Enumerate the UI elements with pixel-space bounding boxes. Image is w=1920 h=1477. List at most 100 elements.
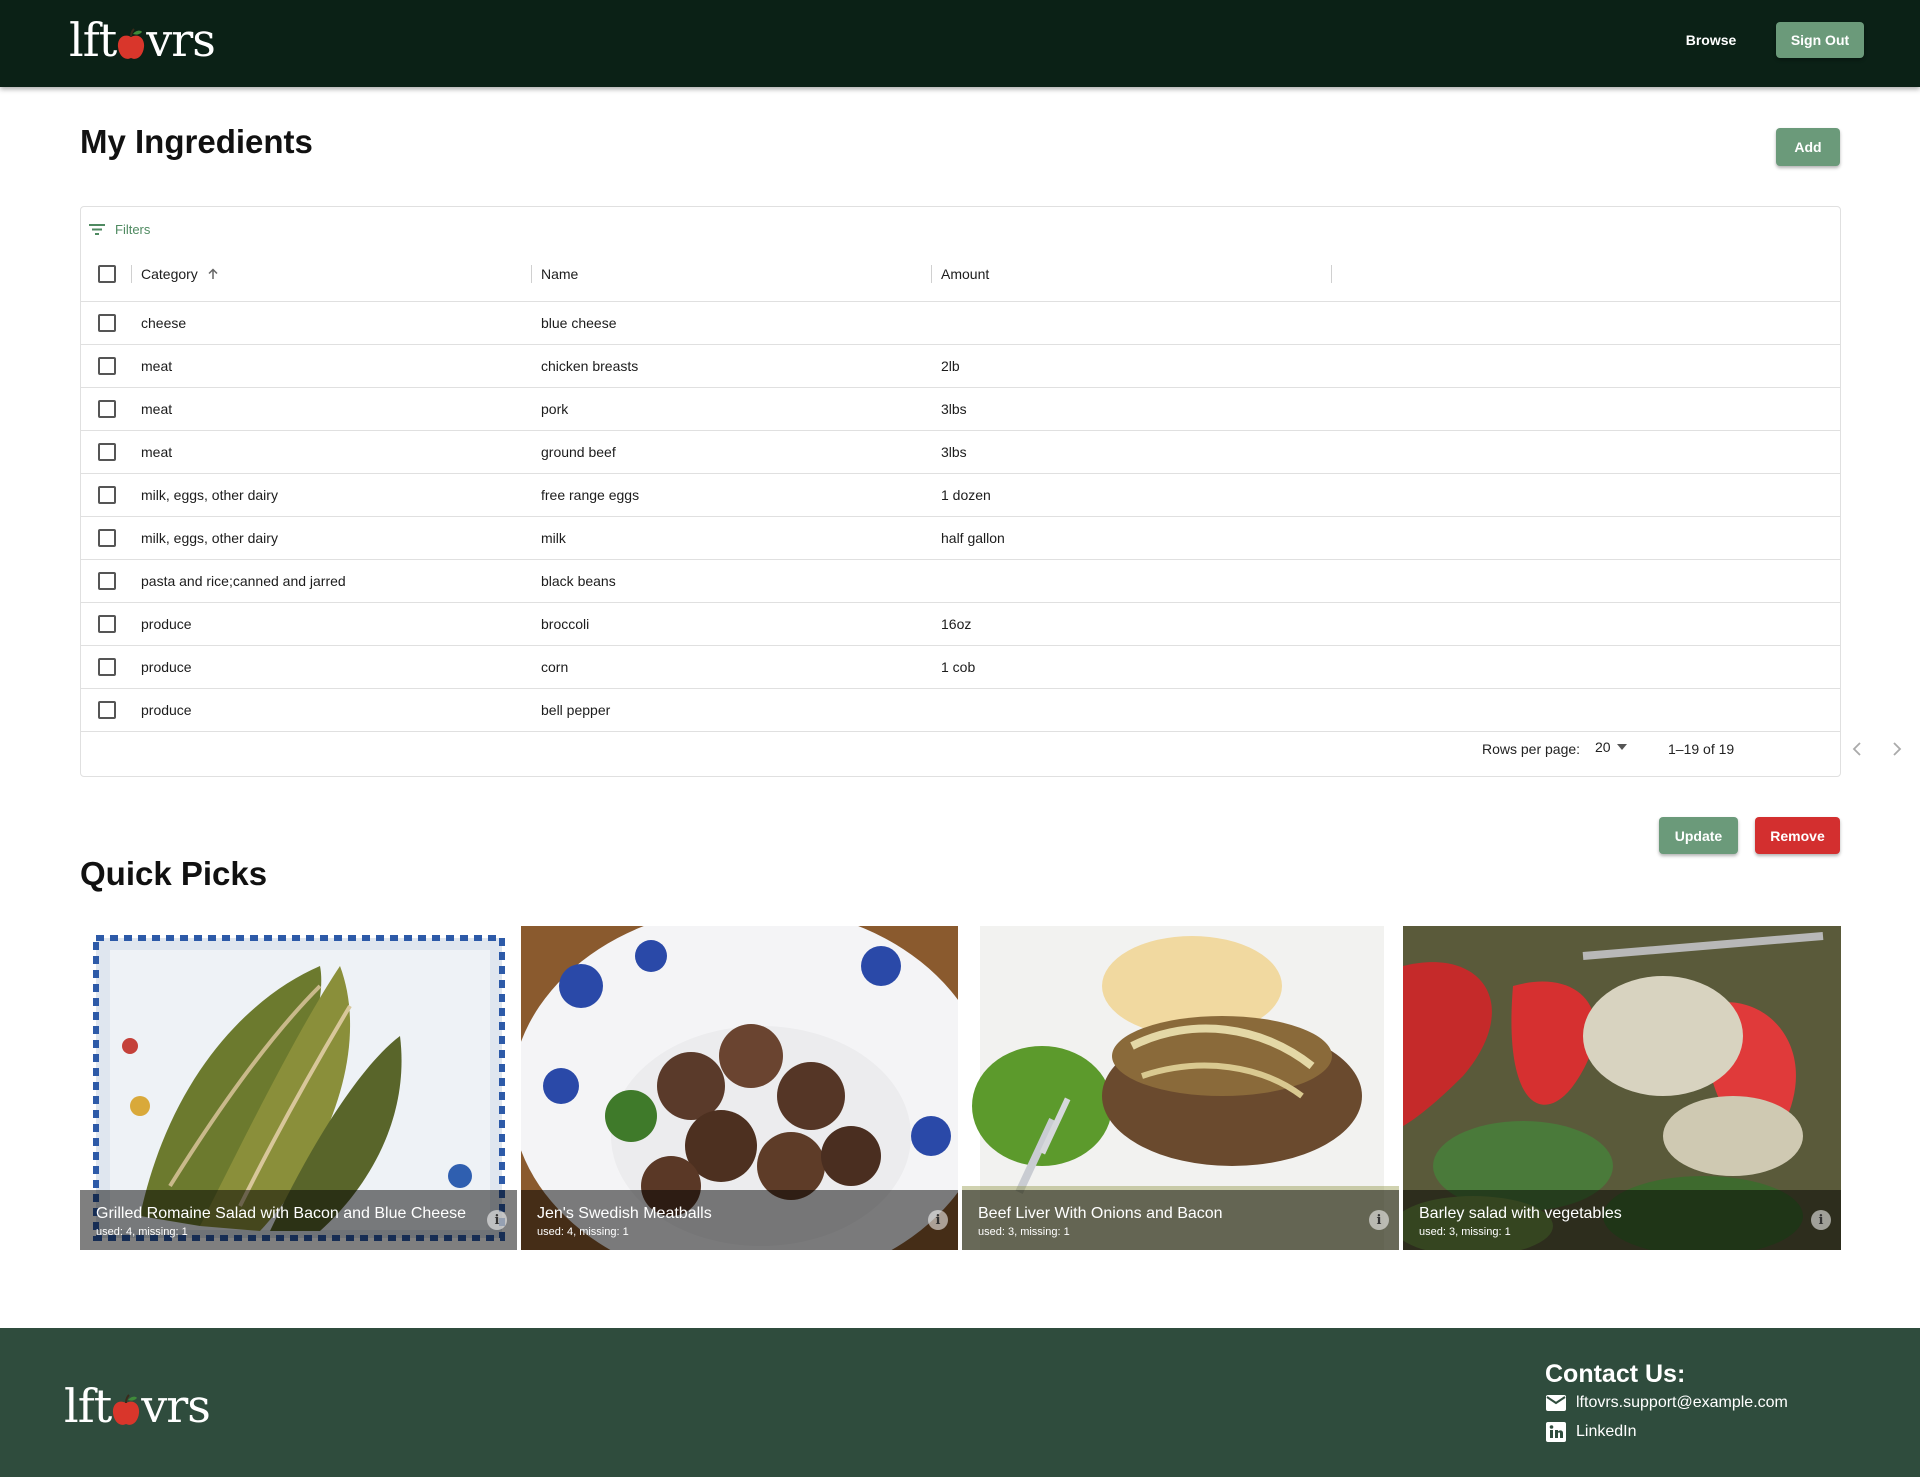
cell-name: blue cheese	[541, 315, 617, 331]
chevron-right-icon	[1893, 742, 1902, 756]
ingredients-grid: Filters Category Name Amount cheese blue…	[80, 206, 1902, 777]
contact-email: lftovrs.support@example.com	[1576, 1394, 1788, 1411]
recipe-tile[interactable]: Grilled Romaine Salad with Bacon and Blu…	[80, 926, 517, 1250]
cell-name: ground beef	[541, 444, 616, 460]
recipe-usage: used: 4, missing: 1	[96, 1226, 188, 1238]
browse-link[interactable]: Browse	[1672, 25, 1750, 55]
row-checkbox[interactable]	[98, 486, 116, 504]
info-icon[interactable]: i	[487, 1210, 507, 1230]
previous-page-button[interactable]	[1844, 736, 1870, 762]
table-row[interactable]: meat chicken breasts 2lb	[81, 345, 1840, 388]
table-row[interactable]: pasta and rice;canned and jarred black b…	[81, 560, 1840, 603]
cell-amount: 1 cob	[941, 659, 976, 675]
row-checkbox[interactable]	[98, 314, 116, 332]
cell-category: meat	[141, 358, 173, 374]
grid-pagination: Rows per page: 20 1–19 of 19	[81, 724, 1902, 776]
recipe-usage: used: 4, missing: 1	[537, 1226, 629, 1238]
logo-text-left: lft	[69, 13, 117, 67]
cell-name: pork	[541, 401, 569, 417]
next-page-button[interactable]	[1884, 736, 1910, 762]
column-header-amount[interactable]: Amount	[941, 247, 1321, 301]
logo-text-right: vrs	[146, 13, 216, 67]
apple-icon	[111, 1382, 141, 1430]
column-header-label: Amount	[941, 266, 990, 282]
recipe-tile[interactable]: Barley salad with vegetables used: 3, mi…	[1403, 926, 1841, 1250]
recipe-title: Barley salad with vegetables	[1419, 1205, 1622, 1222]
column-separator	[131, 265, 132, 283]
cell-amount: 2lb	[941, 358, 960, 374]
recipe-title: Beef Liver With Onions and Bacon	[978, 1205, 1223, 1222]
contact-title: Contact Us:	[1545, 1360, 1686, 1388]
quick-picks-list: Grilled Romaine Salad with Bacon and Blu…	[80, 926, 1841, 1250]
filters-label: Filters	[115, 221, 151, 237]
select-all-checkbox[interactable]	[98, 265, 116, 283]
cell-name: milk	[541, 530, 566, 546]
row-checkbox[interactable]	[98, 400, 116, 418]
info-icon[interactable]: i	[1369, 1210, 1389, 1230]
update-button[interactable]: Update	[1659, 817, 1738, 854]
contact-linkedin: LinkedIn	[1576, 1423, 1637, 1440]
recipe-tile[interactable]: Jen's Swedish Meatballs used: 4, missing…	[521, 926, 958, 1250]
cell-name: free range eggs	[541, 487, 640, 503]
logo-text-left: lft	[64, 1379, 112, 1433]
table-row[interactable]: milk, eggs, other dairy milk half gallon	[81, 517, 1840, 560]
row-checkbox[interactable]	[98, 701, 116, 719]
sort-ascending-icon	[208, 268, 218, 279]
info-icon[interactable]: i	[1811, 1210, 1831, 1230]
table-row[interactable]: meat pork 3lbs	[81, 388, 1840, 431]
page-footer: lft vrs Contact Us: lftovrs.support@exam…	[0, 1328, 1920, 1477]
apple-icon	[116, 16, 146, 64]
cell-name: corn	[541, 659, 569, 675]
contact-linkedin-link[interactable]: LinkedIn	[1546, 1422, 1637, 1442]
brand-logo[interactable]: lft vrs	[69, 13, 216, 67]
table-row[interactable]: produce corn 1 cob	[81, 646, 1840, 689]
recipe-title: Grilled Romaine Salad with Bacon and Blu…	[96, 1205, 466, 1222]
cell-category: meat	[141, 444, 173, 460]
rows-per-page-label: Rows per page:	[1482, 741, 1581, 757]
remove-button[interactable]: Remove	[1755, 817, 1840, 854]
table-row[interactable]: produce broccoli 16oz	[81, 603, 1840, 646]
contact-email-link[interactable]: lftovrs.support@example.com	[1546, 1394, 1788, 1412]
grid-header-row: Category Name Amount	[81, 247, 1840, 302]
table-row[interactable]: milk, eggs, other dairy free range eggs …	[81, 474, 1840, 517]
cell-category: meat	[141, 401, 173, 417]
column-separator	[931, 265, 932, 283]
cell-amount: 1 dozen	[941, 487, 991, 503]
column-header-name[interactable]: Name	[541, 247, 921, 301]
recipe-tile[interactable]: Beef Liver With Onions and Bacon used: 3…	[962, 926, 1399, 1250]
cell-category: pasta and rice;canned and jarred	[141, 573, 346, 589]
info-icon[interactable]: i	[928, 1210, 948, 1230]
page-info: 1–19 of 19	[1668, 741, 1735, 757]
row-checkbox[interactable]	[98, 529, 116, 547]
cell-category: cheese	[141, 315, 187, 331]
row-checkbox[interactable]	[98, 658, 116, 676]
add-button[interactable]: Add	[1776, 128, 1840, 166]
row-checkbox[interactable]	[98, 572, 116, 590]
sign-out-button[interactable]: Sign Out	[1776, 22, 1864, 58]
cell-name: black beans	[541, 573, 616, 589]
cell-amount	[941, 560, 1321, 602]
column-header-category[interactable]: Category	[141, 247, 521, 301]
row-checkbox[interactable]	[98, 357, 116, 375]
table-row[interactable]: meat ground beef 3lbs	[81, 431, 1840, 474]
quick-picks-title: Quick Picks	[80, 855, 268, 892]
cell-category: produce	[141, 659, 192, 675]
cell-name: chicken breasts	[541, 358, 639, 374]
table-row[interactable]: cheese blue cheese	[81, 302, 1840, 345]
cell-category: produce	[141, 616, 192, 632]
recipe-usage: used: 3, missing: 1	[1419, 1226, 1511, 1238]
recipe-usage: used: 3, missing: 1	[978, 1226, 1070, 1238]
linkedin-icon	[1546, 1422, 1566, 1442]
logo-text-right: vrs	[141, 1379, 211, 1433]
footer-logo[interactable]: lft vrs	[64, 1379, 211, 1433]
column-header-label: Name	[541, 266, 579, 282]
rows-per-page-select[interactable]: 20	[1595, 739, 1627, 755]
cell-category: milk, eggs, other dairy	[141, 487, 278, 503]
filters-button[interactable]: Filters	[87, 215, 150, 243]
cell-amount: 3lbs	[941, 444, 967, 460]
dropdown-arrow-icon	[1616, 744, 1627, 750]
row-checkbox[interactable]	[98, 443, 116, 461]
row-checkbox[interactable]	[98, 615, 116, 633]
column-separator	[531, 265, 532, 283]
column-header-label: Category	[141, 266, 198, 282]
